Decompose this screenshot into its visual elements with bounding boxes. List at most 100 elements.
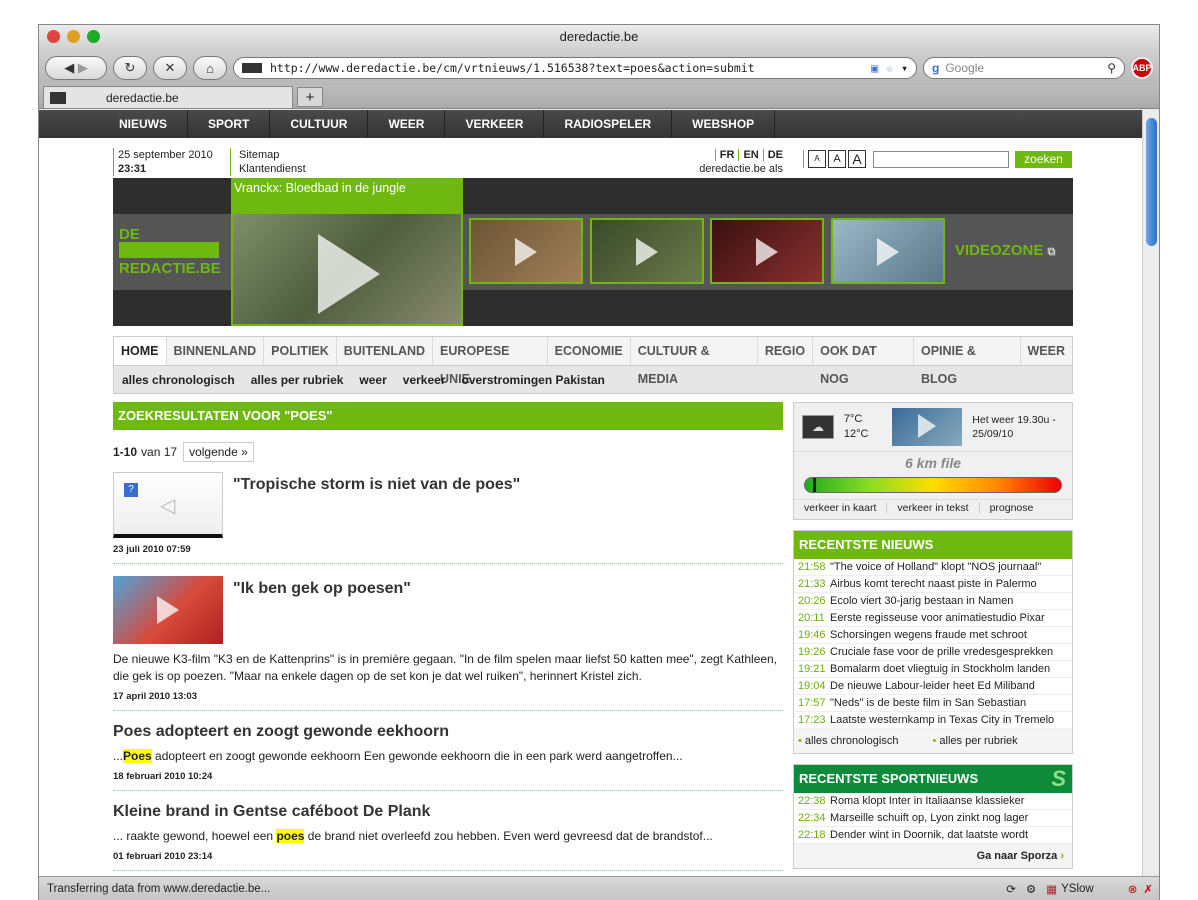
sporza-link[interactable]: Ga naar Sporza ›: [794, 844, 1072, 868]
flag-icon[interactable]: ▦: [1046, 882, 1057, 896]
news-item[interactable]: 19:04 De nieuwe Labour-leider heet Ed Mil…: [794, 678, 1072, 695]
address-bar[interactable]: http://www.deredactie.be/cm/vrtnieuws/1.…: [233, 57, 917, 79]
result-title[interactable]: "Ik ben gek op poesen": [233, 580, 411, 644]
news-headline[interactable]: Eerste regisseuse voor animatiestudio Pi…: [830, 612, 1045, 624]
news-item[interactable]: 17:23 Laatste westernkamp in Texas City i…: [794, 712, 1072, 729]
news-headline[interactable]: "Neds" is de beste film in San Sebastian: [830, 697, 1026, 709]
topnav-item-verkeer[interactable]: VERKEER: [445, 110, 545, 138]
topnav-item-weer[interactable]: WEER: [368, 110, 446, 138]
video-thumbnail-4[interactable]: [831, 218, 945, 284]
result-title[interactable]: "Tropische storm is niet van de poes": [233, 476, 520, 538]
new-tab-button[interactable]: +: [297, 87, 323, 107]
audio-thumbnail[interactable]: ? ◁: [113, 472, 223, 538]
sport-news-item[interactable]: 22:34 Marseille schuift op, Lyon zinkt no…: [794, 810, 1072, 827]
subtab-weer[interactable]: weer: [359, 373, 386, 387]
url-text[interactable]: http://www.deredactie.be/cm/vrtnieuws/1.…: [270, 61, 863, 75]
sport-news-headline[interactable]: Marseille schuift op, Lyon zinkt nog lag…: [830, 812, 1028, 824]
tab-binnenland[interactable]: BINNENLAND: [167, 337, 265, 365]
news-item[interactable]: 19:46 Schorsingen wegens fraude met schro…: [794, 627, 1072, 644]
site-search-input[interactable]: [873, 151, 1009, 168]
url-dropdown-icon[interactable]: ▾: [901, 61, 908, 75]
weather-video-thumbnail[interactable]: [892, 408, 963, 446]
search-placeholder[interactable]: Google: [945, 61, 1101, 75]
weather-video-caption[interactable]: Het weer 19.30u - 25/09/10: [972, 413, 1064, 441]
news-item[interactable]: 21:58 "The voice of Holland" klopt "NOS j…: [794, 559, 1072, 576]
zoom-window-button[interactable]: [87, 30, 100, 43]
rss-icon[interactable]: ▣: [871, 61, 878, 75]
subtab-alles-per-rubriek[interactable]: alles per rubriek: [251, 373, 344, 387]
news-rubriek-link[interactable]: • alles per rubriek: [932, 735, 1017, 747]
error-icon[interactable]: ⊗: [1128, 882, 1138, 896]
featured-video[interactable]: Vranckx: Bloedbad in de jungle: [231, 178, 463, 326]
sport-news-headline[interactable]: Dender wint in Doornik, dat laatste word…: [830, 829, 1028, 841]
tab-opinie-blog[interactable]: OPINIE & BLOG: [914, 337, 1021, 386]
sporza-link-label[interactable]: Ga naar Sporza: [977, 850, 1058, 862]
sitemap-link[interactable]: Sitemap: [239, 148, 306, 162]
news-headline[interactable]: Ecolo viert 30-jarig bestaan in Namen: [830, 595, 1013, 607]
verkeer-kaart-link[interactable]: verkeer in kaart: [794, 502, 888, 514]
topnav-item-webshop[interactable]: WEBSHOP: [672, 110, 776, 138]
lang-en[interactable]: EN: [738, 149, 763, 161]
topnav-item-cultuur[interactable]: CULTUUR: [270, 110, 369, 138]
videozone-label[interactable]: VIDEOZONE: [955, 242, 1043, 259]
news-headline[interactable]: Cruciale fase voor de prille vredesgespr…: [830, 646, 1053, 658]
browser-tab[interactable]: deredactie.be: [43, 86, 293, 108]
featured-video-title[interactable]: Vranckx: Bloedbad in de jungle: [231, 178, 463, 214]
lang-fr[interactable]: FR: [714, 149, 739, 161]
home-button[interactable]: ⌂: [193, 56, 227, 80]
tab-ook-dat-nog[interactable]: OOK DAT NOG: [813, 337, 914, 386]
close-window-button[interactable]: [47, 30, 60, 43]
font-small-button[interactable]: A: [808, 150, 826, 168]
minimize-window-button[interactable]: [67, 30, 80, 43]
tab-home[interactable]: HOME: [114, 337, 167, 365]
gear-icon[interactable]: ⚙: [1026, 882, 1036, 896]
news-item[interactable]: 21:33 Airbus komt terecht naast piste in …: [794, 576, 1072, 593]
news-item[interactable]: 20:11 Eerste regisseuse voor animatiestud…: [794, 610, 1072, 627]
forward-arrow-icon[interactable]: ▶: [78, 60, 88, 76]
refresh-status-icon[interactable]: ⟳: [1006, 882, 1016, 896]
tab-politiek[interactable]: POLITIEK: [264, 337, 337, 365]
news-chrono-label[interactable]: alles chronologisch: [805, 735, 899, 747]
news-headline[interactable]: Schorsingen wegens fraude met schroot: [830, 629, 1027, 641]
news-item[interactable]: 20:26 Ecolo viert 30-jarig bestaan in Nam…: [794, 593, 1072, 610]
scrollbar-thumb[interactable]: [1146, 118, 1157, 246]
site-logo[interactable]: DE REDACTIE.BE: [113, 214, 231, 290]
tab-weer[interactable]: WEER: [1021, 337, 1073, 365]
subtab-verkeer[interactable]: verkeer: [403, 373, 446, 387]
sport-news-item[interactable]: 22:38 Roma klopt Inter in Italiaanse klas…: [794, 793, 1072, 810]
back-arrow-icon[interactable]: ◀: [64, 60, 74, 76]
close-icon[interactable]: ✗: [1143, 882, 1153, 896]
video-thumbnail-1[interactable]: [469, 218, 583, 284]
reload-button[interactable]: ↻: [113, 56, 147, 80]
tab-cultuur-media[interactable]: CULTUUR & MEDIA: [631, 337, 758, 386]
news-item[interactable]: 19:21 Bomalarm doet vliegtuig in Stockhol…: [794, 661, 1072, 678]
news-headline[interactable]: De nieuwe Labour-leider heet Ed Miliband: [830, 680, 1035, 692]
font-medium-button[interactable]: A: [828, 150, 846, 168]
back-forward-buttons[interactable]: ◀ ▶: [45, 56, 107, 80]
bookmark-star-icon[interactable]: ☆: [886, 61, 893, 75]
result-title[interactable]: Poes adopteert en zoogt gewonde eekhoorn: [113, 723, 783, 741]
klantendienst-link[interactable]: Klantendienst: [239, 162, 306, 176]
vertical-scrollbar[interactable]: [1142, 110, 1159, 877]
featured-video-thumbnail[interactable]: [233, 214, 461, 324]
next-page-button[interactable]: volgende »: [183, 442, 254, 462]
news-headline[interactable]: Airbus komt terecht naast piste in Paler…: [830, 578, 1037, 590]
prognose-link[interactable]: prognose: [980, 502, 1044, 514]
tab-regio[interactable]: REGIO: [758, 337, 814, 365]
stop-button[interactable]: ✕: [153, 56, 187, 80]
video-thumbnail-2[interactable]: [590, 218, 704, 284]
yslow-label[interactable]: YSlow: [1061, 883, 1094, 895]
news-headline[interactable]: Laatste westernkamp in Texas City in Tre…: [830, 714, 1054, 726]
topnav-item-sport[interactable]: SPORT: [188, 110, 271, 138]
tab-label[interactable]: deredactie.be: [106, 91, 179, 105]
topnav-item-nieuws[interactable]: NIEUWS: [99, 110, 188, 138]
tab-buitenland[interactable]: BUITENLAND: [337, 337, 434, 365]
news-headline[interactable]: Bomalarm doet vliegtuig in Stockholm lan…: [830, 663, 1050, 675]
verkeer-tekst-link[interactable]: verkeer in tekst: [887, 502, 980, 514]
video-thumbnail-3[interactable]: [710, 218, 824, 284]
news-rubriek-label[interactable]: alles per rubriek: [939, 735, 1017, 747]
result-title[interactable]: Kleine brand in Gentse caféboot De Plank: [113, 803, 783, 821]
news-chrono-link[interactable]: • alles chronologisch: [798, 735, 898, 747]
tab-economie[interactable]: ECONOMIE: [548, 337, 631, 365]
news-item[interactable]: 17:57 "Neds" is de beste film in San Seba…: [794, 695, 1072, 712]
